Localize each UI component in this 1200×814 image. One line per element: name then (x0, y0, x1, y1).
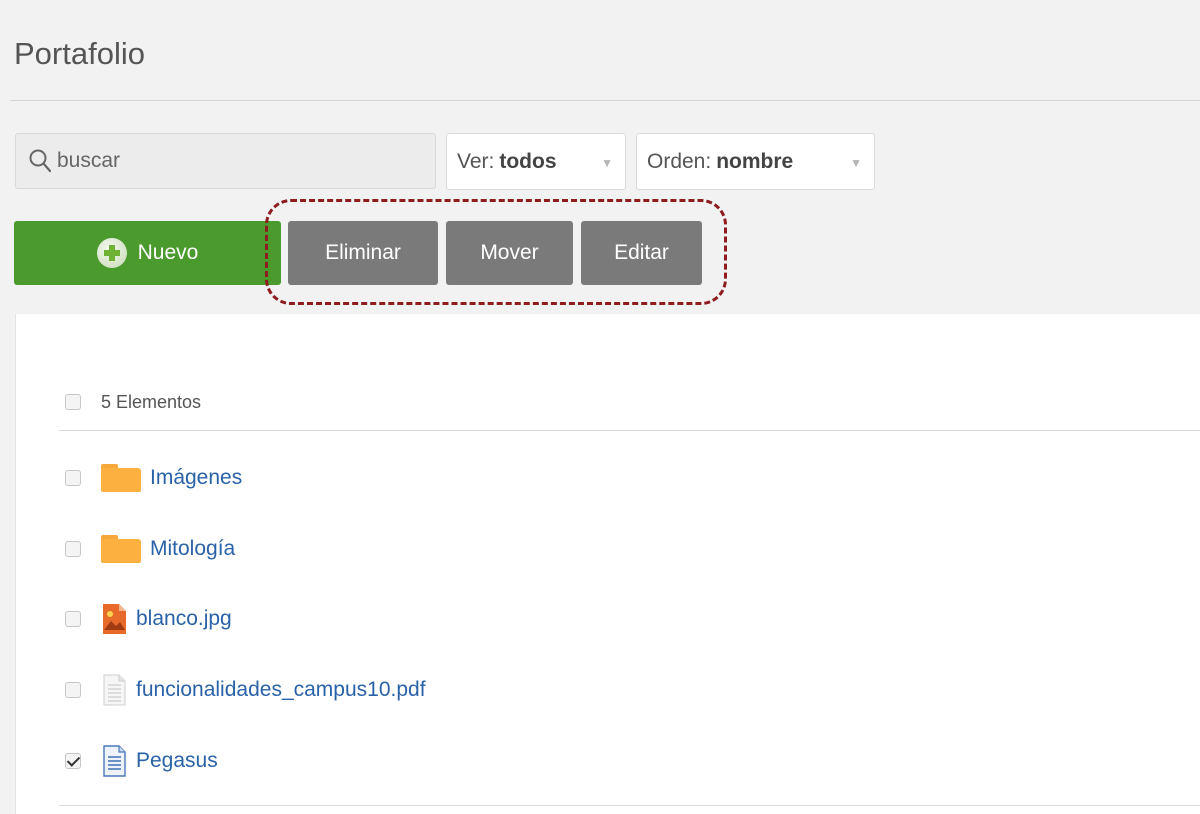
list-item[interactable]: Mitología (59, 521, 1200, 577)
view-filter-label: Ver: (457, 149, 495, 173)
image-file-icon (101, 603, 127, 635)
item-checkbox[interactable] (65, 541, 81, 557)
item-checkbox[interactable] (65, 682, 81, 698)
list-item[interactable]: blanco.jpg (59, 591, 1200, 647)
item-checkbox[interactable] (65, 470, 81, 486)
list-item[interactable]: funcionalidades_campus10.pdf (59, 662, 1200, 718)
list-item[interactable]: Pegasus (59, 733, 1200, 789)
item-link[interactable]: funcionalidades_campus10.pdf (136, 678, 426, 702)
item-checkbox-checked[interactable] (65, 753, 81, 769)
item-link[interactable]: Mitología (150, 537, 235, 561)
document-icon (101, 745, 127, 777)
item-checkbox[interactable] (65, 611, 81, 627)
file-list-panel: 5 Elementos Imágenes Mitología blanco.jp… (15, 314, 1200, 814)
new-button-label: Nuevo (137, 241, 199, 264)
dropdown-arrow-icon: ▼ (601, 156, 613, 170)
add-circle-icon (96, 238, 127, 268)
edit-button[interactable]: Editar (581, 221, 702, 285)
title-divider (10, 100, 1200, 101)
item-link[interactable]: Imágenes (150, 466, 242, 490)
list-bottom-divider (59, 805, 1200, 806)
new-button[interactable]: Nuevo (14, 221, 281, 285)
order-label: Orden: (647, 149, 712, 173)
move-button[interactable]: Mover (446, 221, 573, 285)
view-filter-value: todos (499, 149, 557, 173)
generic-file-icon (101, 674, 127, 706)
item-link[interactable]: Pegasus (136, 749, 218, 773)
order-value: nombre (716, 149, 794, 173)
folder-icon (101, 464, 141, 492)
list-header: 5 Elementos (59, 374, 1200, 431)
order-select[interactable]: Orden: nombre ▼ (636, 133, 875, 190)
page-title: Portafolio (14, 36, 145, 71)
item-link[interactable]: blanco.jpg (136, 607, 232, 631)
select-all-checkbox[interactable] (65, 394, 81, 410)
search-input[interactable] (57, 149, 417, 173)
search-icon (29, 149, 51, 173)
search-box[interactable] (15, 133, 436, 189)
list-item[interactable]: Imágenes (59, 450, 1200, 506)
view-filter-select[interactable]: Ver: todos ▼ (446, 133, 626, 190)
dropdown-arrow-icon: ▼ (850, 156, 862, 170)
delete-button[interactable]: Eliminar (288, 221, 438, 285)
item-count: 5 Elementos (101, 391, 202, 412)
folder-icon (101, 535, 141, 563)
